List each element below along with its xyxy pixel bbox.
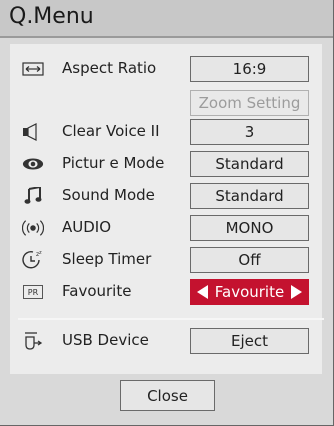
picture-mode-value[interactable]: Standard	[190, 151, 309, 177]
aspect-ratio-label: Aspect Ratio	[62, 59, 157, 77]
speaker-icon	[22, 122, 44, 142]
menu-panel: Aspect Ratio 16:9 Zoom Setting Clear Voi…	[10, 44, 324, 374]
sleep-timer-icon: z z	[22, 250, 44, 270]
music-note-icon	[22, 186, 44, 206]
left-arrow-icon[interactable]	[197, 285, 208, 299]
audio-label: AUDIO	[62, 218, 112, 236]
usb-device-label: USB Device	[62, 331, 149, 349]
pr-icon: PR	[22, 282, 44, 302]
eject-button[interactable]: Eject	[190, 328, 309, 354]
menu-title: Q.Menu	[9, 4, 94, 29]
clear-voice-label: Clear Voice II	[62, 122, 160, 140]
usb-icon	[22, 331, 44, 351]
sleep-timer-value[interactable]: Off	[190, 247, 309, 273]
audio-row[interactable]: AUDIO MONO	[10, 215, 322, 241]
sleep-timer-row[interactable]: z z Sleep Timer Off	[10, 247, 322, 273]
clear-voice-value[interactable]: 3	[190, 119, 309, 145]
sound-mode-label: Sound Mode	[62, 186, 155, 204]
sound-mode-value[interactable]: Standard	[190, 183, 309, 209]
eye-icon	[22, 154, 44, 174]
title-bar: Q.Menu	[0, 0, 333, 38]
aspect-ratio-value[interactable]: 16:9	[190, 56, 309, 82]
sound-mode-row[interactable]: Sound Mode Standard	[10, 183, 322, 209]
audio-value[interactable]: MONO	[190, 215, 309, 241]
audio-wave-icon	[22, 218, 44, 238]
favourite-label: Favourite	[62, 282, 132, 300]
zoom-setting-row: Zoom Setting	[10, 90, 322, 116]
divider	[18, 318, 324, 320]
aspect-ratio-icon	[22, 59, 44, 79]
favourite-row[interactable]: PR Favourite Favourite	[10, 279, 322, 305]
zoom-setting-button: Zoom Setting	[190, 90, 309, 116]
close-button[interactable]: Close	[120, 380, 215, 411]
usb-device-row[interactable]: USB Device Eject	[10, 328, 322, 354]
pr-icon-label: PR	[23, 285, 43, 299]
q-menu-dialog: Q.Menu Aspect Ratio 16:9 Zoom Setting Cl…	[0, 0, 334, 426]
favourite-value: Favourite	[214, 283, 285, 301]
favourite-selector[interactable]: Favourite	[190, 279, 309, 305]
right-arrow-icon[interactable]	[290, 285, 302, 299]
clear-voice-row[interactable]: Clear Voice II 3	[10, 119, 322, 145]
picture-mode-row[interactable]: Pictur e Mode Standard	[10, 151, 322, 177]
aspect-ratio-row[interactable]: Aspect Ratio 16:9	[10, 56, 322, 82]
picture-mode-label: Pictur e Mode	[62, 154, 165, 172]
sleep-timer-label: Sleep Timer	[62, 250, 152, 268]
svg-text:z: z	[39, 250, 42, 256]
